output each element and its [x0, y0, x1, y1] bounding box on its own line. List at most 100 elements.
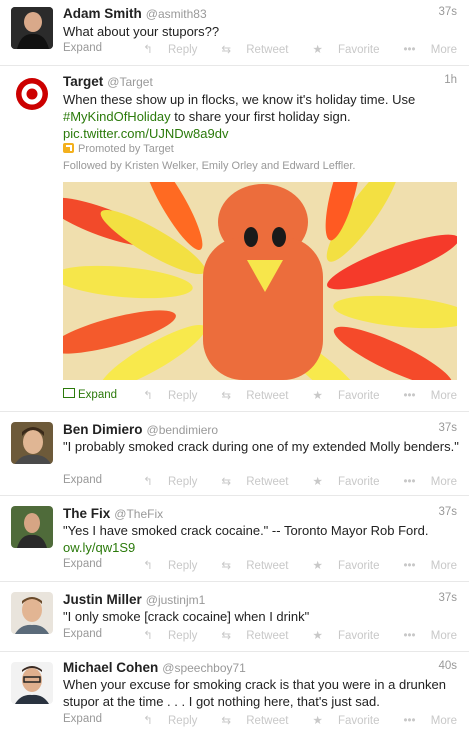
favorite-button[interactable]: ★ Favorite [300, 44, 379, 56]
favorite-button[interactable]: ★ Favorite [300, 476, 379, 488]
tweet-header: Adam Smith @asmith83 37s [63, 6, 457, 24]
author-handle[interactable]: @Target [107, 75, 153, 89]
tweet-timestamp[interactable]: 37s [438, 422, 457, 434]
tweet[interactable]: Adam Smith @asmith83 37s What about your … [0, 0, 469, 66]
more-button[interactable]: ••• More [392, 390, 458, 402]
media-link[interactable]: pic.twitter.com/UJNDw8a9dv [63, 126, 228, 141]
tweet-timestamp[interactable]: 37s [438, 6, 457, 18]
tweet-promoted[interactable]: Target @Target 1h When these show up in f… [0, 66, 469, 412]
expand-link[interactable]: Expand [63, 558, 102, 570]
promoted-label[interactable]: Promoted by Target [63, 143, 459, 155]
expand-link[interactable]: Expand [63, 42, 102, 54]
more-button[interactable]: ••• More [392, 44, 458, 56]
retweet-button[interactable]: ⇆ Retweet [209, 390, 288, 402]
reply-icon: ↰ [143, 390, 153, 402]
author-handle[interactable]: @TheFix [114, 507, 163, 521]
more-icon: ••• [403, 476, 416, 488]
tweet-text: "I only smoke [crack cocaine] when I dri… [63, 609, 310, 624]
star-icon: ★ [312, 715, 323, 727]
expand-link[interactable]: Expand [63, 628, 102, 640]
tweet[interactable]: The Fix @TheFix 37s "Yes I have smoked cr… [0, 496, 469, 582]
more-button[interactable]: ••• More [392, 630, 458, 642]
tweet-photo[interactable] [63, 182, 457, 380]
reply-icon: ↰ [143, 44, 153, 56]
avatar[interactable] [11, 422, 53, 464]
more-button[interactable]: ••• More [392, 476, 458, 488]
tweet-text: When your excuse for smoking crack is th… [63, 677, 446, 709]
tweet[interactable]: Michael Cohen @speechboy71 40s When your … [0, 652, 469, 735]
author-handle[interactable]: @bendimiero [147, 423, 219, 437]
more-icon: ••• [403, 715, 416, 727]
retweet-button[interactable]: ⇆ Retweet [209, 560, 288, 572]
expand-link[interactable]: Expand [63, 474, 102, 486]
tweet-timestamp[interactable]: 37s [438, 592, 457, 604]
tweet[interactable]: Justin Miller @justinjm1 37s "I only smok… [0, 582, 469, 652]
avatar-photo [11, 422, 53, 464]
tweet-actions: Expand ↰ Reply ⇆ Retweet ★ Favorite ••• Mor… [63, 388, 457, 404]
more-icon: ••• [403, 630, 416, 642]
retweet-icon: ⇆ [221, 630, 232, 642]
avatar[interactable] [11, 73, 53, 115]
reply-icon: ↰ [143, 715, 153, 727]
tweet-actions: Expand ↰ Reply ⇆ Retweet ★ Favorite ••• Mor… [63, 474, 457, 490]
retweet-icon: ⇆ [221, 715, 232, 727]
favorite-button[interactable]: ★ Favorite [300, 560, 379, 572]
avatar[interactable] [11, 506, 53, 548]
reply-button[interactable]: ↰ Reply [131, 715, 197, 727]
promoted-icon [63, 143, 74, 153]
tweet-text: What about your stupors?? [63, 24, 220, 39]
retweet-button[interactable]: ⇆ Retweet [209, 44, 288, 56]
star-icon: ★ [312, 390, 323, 402]
author-name[interactable]: Target [63, 74, 103, 89]
more-icon: ••• [403, 560, 416, 572]
author-name[interactable]: Ben Dimiero [63, 422, 143, 437]
reply-button[interactable]: ↰ Reply [131, 390, 197, 402]
author-handle[interactable]: @speechboy71 [162, 661, 246, 675]
avatar-photo [11, 592, 53, 634]
tweet-timestamp[interactable]: 37s [438, 506, 457, 518]
tweet-actions: Expand ↰ Reply ⇆ Retweet ★ Favorite ••• Mor… [63, 558, 457, 574]
tweet-actions: Expand ↰ Reply ⇆ Retweet ★ Favorite ••• Mor… [63, 42, 457, 58]
author-name[interactable]: Michael Cohen [63, 660, 158, 675]
author-name[interactable]: Adam Smith [63, 6, 142, 21]
tweet-timestamp[interactable]: 1h [444, 74, 457, 86]
reply-button[interactable]: ↰ Reply [131, 476, 197, 488]
retweet-button[interactable]: ⇆ Retweet [209, 476, 288, 488]
tweet-actions: Expand ↰ Reply ⇆ Retweet ★ Favorite ••• Mor… [63, 628, 457, 644]
reply-button[interactable]: ↰ Reply [131, 560, 197, 572]
author-name[interactable]: Justin Miller [63, 592, 142, 607]
tweet-text: "Yes I have smoked crack cocaine." -- To… [63, 523, 429, 555]
avatar-photo [11, 7, 53, 49]
author-handle[interactable]: @justinjm1 [146, 593, 206, 607]
avatar[interactable] [11, 7, 53, 49]
reply-button[interactable]: ↰ Reply [131, 44, 197, 56]
more-icon: ••• [403, 390, 416, 402]
more-button[interactable]: ••• More [392, 560, 458, 572]
tweet[interactable]: Ben Dimiero @bendimiero 37s "I probably s… [0, 412, 469, 496]
target-logo-icon [16, 78, 48, 110]
favorite-button[interactable]: ★ Favorite [300, 715, 379, 727]
star-icon: ★ [312, 44, 323, 56]
more-icon: ••• [403, 44, 416, 56]
favorite-button[interactable]: ★ Favorite [300, 630, 379, 642]
author-name[interactable]: The Fix [63, 506, 110, 521]
author-handle[interactable]: @asmith83 [146, 7, 207, 21]
expand-link[interactable]: Expand [63, 713, 102, 725]
hashtag-link[interactable]: #MyKindOfHoliday [63, 109, 171, 124]
expand-link[interactable]: Expand [63, 388, 117, 401]
retweet-button[interactable]: ⇆ Retweet [209, 630, 288, 642]
retweet-icon: ⇆ [221, 560, 232, 572]
tweet-link[interactable]: ow.ly/qw1S9 [63, 540, 135, 555]
star-icon: ★ [312, 630, 323, 642]
tweet-timestamp[interactable]: 40s [438, 660, 457, 672]
retweet-icon: ⇆ [221, 44, 232, 56]
turkey-handprint-image [63, 182, 457, 380]
reply-icon: ↰ [143, 560, 153, 572]
avatar[interactable] [11, 592, 53, 634]
reply-button[interactable]: ↰ Reply [131, 630, 197, 642]
retweet-button[interactable]: ⇆ Retweet [209, 715, 288, 727]
tweet-text: "I probably smoked crack during one of m… [63, 439, 459, 454]
favorite-button[interactable]: ★ Favorite [300, 390, 379, 402]
avatar[interactable] [11, 662, 53, 704]
more-button[interactable]: ••• More [392, 715, 458, 727]
